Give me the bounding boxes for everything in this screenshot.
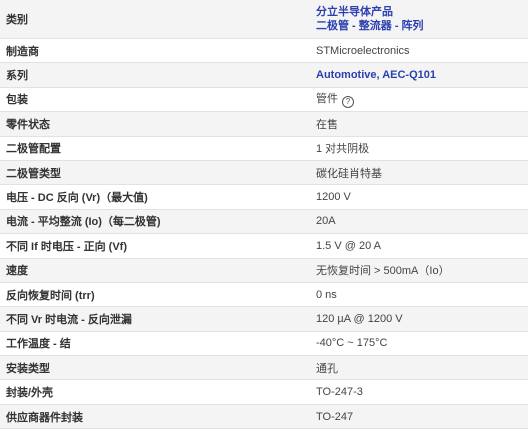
spec-label: 二极管配置	[0, 136, 310, 161]
spec-label: 工作温度 - 结	[0, 331, 310, 357]
spec-row-diode-config: 二极管配置 1 对共阴极	[0, 136, 528, 161]
spec-row-speed: 速度 无恢复时间 > 500mA（Io）	[0, 258, 528, 283]
spec-label: 包装	[0, 87, 310, 113]
spec-row-category: 类别 分立半导体产品 二极管 - 整流器 - 阵列	[0, 0, 528, 39]
spec-label: 反向恢复时间 (trr)	[0, 282, 310, 308]
spec-label: 电压 - DC 反向 (Vr)（最大值)	[0, 184, 310, 210]
spec-value: 20A	[310, 209, 528, 235]
help-circle-icon[interactable]: ?	[342, 96, 354, 109]
spec-label: 制造商	[0, 38, 310, 64]
spec-label: 不同 Vr 时电流 - 反向泄漏	[0, 306, 310, 332]
spec-label: 封装/外壳	[0, 379, 310, 405]
spec-label: 二极管类型	[0, 160, 310, 186]
category-values: 分立半导体产品 二极管 - 整流器 - 阵列	[310, 0, 528, 39]
spec-label: 安装类型	[0, 355, 310, 381]
spec-row-rectified-current: 电流 - 平均整流 (Io)（每二极管) 20A	[0, 209, 528, 235]
spec-row-supplier-package: 供应商器件封装 TO-247	[0, 404, 528, 430]
spec-label: 速度	[0, 258, 310, 283]
spec-value: 1.5 V @ 20 A	[310, 233, 528, 259]
spec-value: 管件	[316, 93, 338, 106]
spec-value: 1200 V	[310, 184, 528, 210]
series-link[interactable]: Automotive, AEC-Q101	[316, 69, 436, 81]
spec-label: 零件状态	[0, 111, 310, 137]
spec-label: 类别	[0, 0, 310, 39]
spec-value: 通孔	[310, 355, 528, 381]
category-link-discrete[interactable]: 分立半导体产品	[316, 5, 522, 19]
spec-value: STMicroelectronics	[310, 38, 528, 64]
spec-value: 120 µA @ 1200 V	[310, 306, 528, 332]
spec-row-diode-type: 二极管类型 碳化硅肖特基	[0, 160, 528, 186]
spec-row-part-status: 零件状态 在售	[0, 111, 528, 137]
spec-row-forward-voltage: 不同 If 时电压 - 正向 (Vf) 1.5 V @ 20 A	[0, 233, 528, 259]
spec-row-reverse-voltage: 电压 - DC 反向 (Vr)（最大值) 1200 V	[0, 184, 528, 210]
spec-label: 供应商器件封装	[0, 404, 310, 430]
spec-value: TO-247	[310, 404, 528, 430]
spec-row-operating-temp: 工作温度 - 结 -40°C ~ 175°C	[0, 331, 528, 357]
spec-value: 碳化硅肖特基	[310, 160, 528, 186]
spec-row-manufacturer: 制造商 STMicroelectronics	[0, 38, 528, 64]
spec-label: 电流 - 平均整流 (Io)（每二极管)	[0, 209, 310, 235]
spec-row-packaging: 包装 管件?	[0, 87, 528, 113]
spec-value: 在售	[310, 111, 528, 137]
spec-label: 系列	[0, 62, 310, 88]
spec-row-mounting-type: 安装类型 通孔	[0, 355, 528, 381]
spec-value: TO-247-3	[310, 379, 528, 405]
spec-value: 无恢复时间 > 500mA（Io）	[310, 258, 528, 283]
spec-table: 类别 分立半导体产品 二极管 - 整流器 - 阵列 制造商 STMicroele…	[0, 0, 528, 430]
spec-row-series: 系列 Automotive, AEC-Q101	[0, 62, 528, 88]
spec-row-package-case: 封装/外壳 TO-247-3	[0, 379, 528, 405]
spec-value: 0 ns	[310, 282, 528, 308]
spec-row-reverse-leakage: 不同 Vr 时电流 - 反向泄漏 120 µA @ 1200 V	[0, 306, 528, 332]
spec-value: -40°C ~ 175°C	[310, 331, 528, 357]
spec-value: 1 对共阴极	[310, 136, 528, 161]
spec-label: 不同 If 时电压 - 正向 (Vf)	[0, 233, 310, 259]
category-link-rectifier-arrays[interactable]: 二极管 - 整流器 - 阵列	[316, 19, 522, 33]
spec-row-recovery-time: 反向恢复时间 (trr) 0 ns	[0, 282, 528, 308]
